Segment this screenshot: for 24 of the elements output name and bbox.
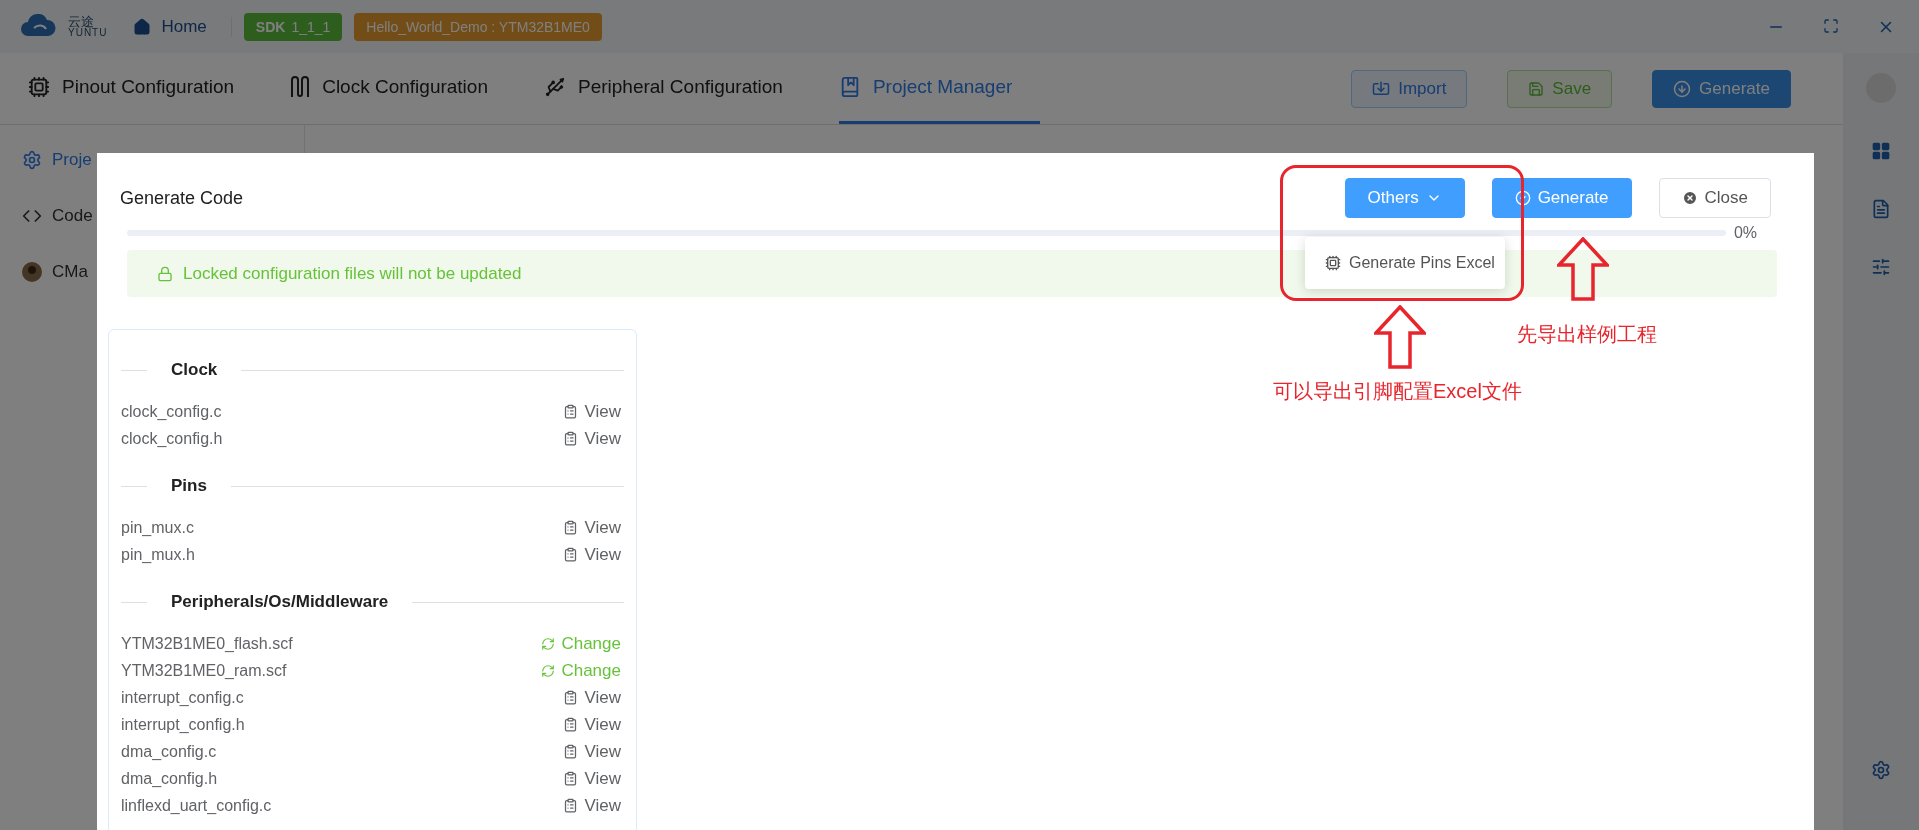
file-name: pin_mux.h (121, 545, 195, 564)
sdk-label: SDK (255, 18, 286, 35)
file-name: dma_config.h (121, 769, 218, 788)
progress-percent: 0% (1733, 224, 1757, 242)
section-heading: Clock (171, 360, 218, 380)
annotation-text: 先导出样例工程 (1517, 322, 1657, 347)
project-badge: Hello_World_Demo : YTM32B1ME0 (354, 12, 602, 41)
sdk-version: 1_1_1 (291, 18, 331, 35)
file-name: dma_config.c (121, 742, 217, 761)
file-name: interrupt_config.c (121, 688, 244, 707)
file-name: clock_config.h (121, 429, 223, 448)
alert-text: Locked configuration files will not be updated (183, 263, 522, 284)
file-name: YTM32B1ME0_ram.scf (121, 661, 287, 680)
dialog-title: Generate Code (120, 187, 244, 209)
file-name: clock_config.c (121, 402, 222, 421)
section-heading: Peripherals/Os/Middleware (171, 592, 389, 612)
section-heading: Pins (171, 476, 207, 496)
logo-text: 云途 (68, 15, 95, 28)
annotation-text: 可以导出引脚配置Excel文件 (1273, 379, 1522, 404)
file-name: interrupt_config.h (121, 715, 245, 734)
file-name: linflexd_uart_config.c (121, 796, 272, 815)
logo-subtext: YUNTU (68, 28, 108, 38)
file-name: pin_mux.c (121, 518, 194, 537)
file-name: YTM32B1ME0_flash.scf (121, 634, 293, 653)
